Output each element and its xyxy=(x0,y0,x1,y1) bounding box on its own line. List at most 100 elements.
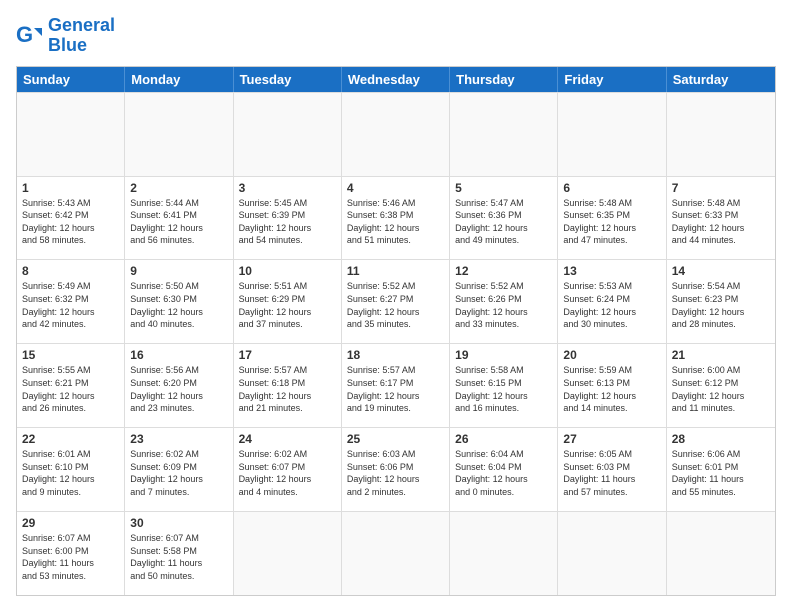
calendar: SundayMondayTuesdayWednesdayThursdayFrid… xyxy=(16,66,776,596)
day-number: 27 xyxy=(563,432,660,446)
day-number: 2 xyxy=(130,181,227,195)
weekday-header: Wednesday xyxy=(342,67,450,92)
day-info: Sunrise: 5:58 AM Sunset: 6:15 PM Dayligh… xyxy=(455,364,552,414)
day-number: 1 xyxy=(22,181,119,195)
day-info: Sunrise: 6:04 AM Sunset: 6:04 PM Dayligh… xyxy=(455,448,552,498)
day-info: Sunrise: 5:46 AM Sunset: 6:38 PM Dayligh… xyxy=(347,197,444,247)
day-info: Sunrise: 5:57 AM Sunset: 6:17 PM Dayligh… xyxy=(347,364,444,414)
day-info: Sunrise: 6:02 AM Sunset: 6:09 PM Dayligh… xyxy=(130,448,227,498)
calendar-row: 29 Sunrise: 6:07 AM Sunset: 6:00 PM Dayli… xyxy=(17,511,775,595)
day-info: Sunrise: 5:44 AM Sunset: 6:41 PM Dayligh… xyxy=(130,197,227,247)
calendar-cell xyxy=(558,93,666,176)
day-info: Sunrise: 6:05 AM Sunset: 6:03 PM Dayligh… xyxy=(563,448,660,498)
day-number: 13 xyxy=(563,264,660,278)
calendar-cell: 8Sunrise: 5:49 AM Sunset: 6:32 PM Daylig… xyxy=(17,260,125,343)
day-info: Sunrise: 6:01 AM Sunset: 6:10 PM Dayligh… xyxy=(22,448,119,498)
calendar-cell: 7 Sunrise: 5:48 AM Sunset: 6:33 PM Daylig… xyxy=(667,177,775,260)
day-number: 29 xyxy=(22,516,119,530)
calendar-cell xyxy=(342,512,450,595)
day-info: Sunrise: 5:57 AM Sunset: 6:18 PM Dayligh… xyxy=(239,364,336,414)
calendar-cell: 28 Sunrise: 6:06 AM Sunset: 6:01 PM Dayli… xyxy=(667,428,775,511)
day-number: 18 xyxy=(347,348,444,362)
day-number: 4 xyxy=(347,181,444,195)
day-number: 28 xyxy=(672,432,770,446)
calendar-cell xyxy=(450,512,558,595)
weekday-header: Tuesday xyxy=(234,67,342,92)
calendar-cell: 16 Sunrise: 5:56 AM Sunset: 6:20 PM Dayli… xyxy=(125,344,233,427)
calendar-cell: 23 Sunrise: 6:02 AM Sunset: 6:09 PM Dayli… xyxy=(125,428,233,511)
calendar-row xyxy=(17,92,775,176)
calendar-cell: 9 Sunrise: 5:50 AM Sunset: 6:30 PM Daylig… xyxy=(125,260,233,343)
day-info: Sunrise: 5:50 AM Sunset: 6:30 PM Dayligh… xyxy=(130,280,227,330)
day-number: 8 xyxy=(22,264,119,278)
logo-icon: G xyxy=(16,22,44,50)
day-info: Sunrise: 5:59 AM Sunset: 6:13 PM Dayligh… xyxy=(563,364,660,414)
day-info: Sunrise: 5:53 AM Sunset: 6:24 PM Dayligh… xyxy=(563,280,660,330)
calendar-cell xyxy=(342,93,450,176)
calendar-row: 8Sunrise: 5:49 AM Sunset: 6:32 PM Daylig… xyxy=(17,259,775,343)
day-number: 25 xyxy=(347,432,444,446)
day-info: Sunrise: 5:56 AM Sunset: 6:20 PM Dayligh… xyxy=(130,364,227,414)
day-number: 23 xyxy=(130,432,227,446)
calendar-row: 15Sunrise: 5:55 AM Sunset: 6:21 PM Dayli… xyxy=(17,343,775,427)
logo: G General Blue xyxy=(16,16,115,56)
calendar-cell: 22 Sunrise: 6:01 AM Sunset: 6:10 PM Dayli… xyxy=(17,428,125,511)
calendar-cell: 20Sunrise: 5:59 AM Sunset: 6:13 PM Dayli… xyxy=(558,344,666,427)
day-number: 6 xyxy=(563,181,660,195)
day-info: Sunrise: 5:55 AM Sunset: 6:21 PM Dayligh… xyxy=(22,364,119,414)
day-number: 17 xyxy=(239,348,336,362)
day-info: Sunrise: 5:54 AM Sunset: 6:23 PM Dayligh… xyxy=(672,280,770,330)
weekday-header: Thursday xyxy=(450,67,558,92)
day-number: 5 xyxy=(455,181,552,195)
day-number: 30 xyxy=(130,516,227,530)
day-number: 26 xyxy=(455,432,552,446)
calendar-cell: 19 Sunrise: 5:58 AM Sunset: 6:15 PM Dayli… xyxy=(450,344,558,427)
day-number: 22 xyxy=(22,432,119,446)
day-info: Sunrise: 5:47 AM Sunset: 6:36 PM Dayligh… xyxy=(455,197,552,247)
day-info: Sunrise: 5:45 AM Sunset: 6:39 PM Dayligh… xyxy=(239,197,336,247)
day-info: Sunrise: 6:07 AM Sunset: 6:00 PM Dayligh… xyxy=(22,532,119,582)
calendar-cell: 3 Sunrise: 5:45 AM Sunset: 6:39 PM Daylig… xyxy=(234,177,342,260)
day-info: Sunrise: 5:52 AM Sunset: 6:26 PM Dayligh… xyxy=(455,280,552,330)
day-info: Sunrise: 5:43 AM Sunset: 6:42 PM Dayligh… xyxy=(22,197,119,247)
day-info: Sunrise: 6:06 AM Sunset: 6:01 PM Dayligh… xyxy=(672,448,770,498)
calendar-cell: 26 Sunrise: 6:04 AM Sunset: 6:04 PM Dayli… xyxy=(450,428,558,511)
day-number: 7 xyxy=(672,181,770,195)
calendar-cell: 1 Sunrise: 5:43 AM Sunset: 6:42 PM Daylig… xyxy=(17,177,125,260)
calendar-cell xyxy=(234,93,342,176)
page: G General Blue SundayMondayTuesdayWednes… xyxy=(0,0,792,612)
calendar-header: SundayMondayTuesdayWednesdayThursdayFrid… xyxy=(17,67,775,92)
day-number: 24 xyxy=(239,432,336,446)
calendar-cell: 2 Sunrise: 5:44 AM Sunset: 6:41 PM Daylig… xyxy=(125,177,233,260)
header: G General Blue xyxy=(16,16,776,56)
day-info: Sunrise: 5:48 AM Sunset: 6:33 PM Dayligh… xyxy=(672,197,770,247)
day-info: Sunrise: 5:48 AM Sunset: 6:35 PM Dayligh… xyxy=(563,197,660,247)
calendar-cell xyxy=(17,93,125,176)
calendar-cell xyxy=(667,93,775,176)
day-info: Sunrise: 6:03 AM Sunset: 6:06 PM Dayligh… xyxy=(347,448,444,498)
calendar-cell: 13 Sunrise: 5:53 AM Sunset: 6:24 PM Dayli… xyxy=(558,260,666,343)
weekday-header: Sunday xyxy=(17,67,125,92)
day-number: 9 xyxy=(130,264,227,278)
day-number: 14 xyxy=(672,264,770,278)
day-info: Sunrise: 6:07 AM Sunset: 5:58 PM Dayligh… xyxy=(130,532,227,582)
svg-text:G: G xyxy=(16,22,33,47)
calendar-row: 22 Sunrise: 6:01 AM Sunset: 6:10 PM Dayli… xyxy=(17,427,775,511)
day-number: 16 xyxy=(130,348,227,362)
calendar-cell: 11Sunrise: 5:52 AM Sunset: 6:27 PM Dayli… xyxy=(342,260,450,343)
calendar-cell: 6 Sunrise: 5:48 AM Sunset: 6:35 PM Daylig… xyxy=(558,177,666,260)
calendar-cell: 15Sunrise: 5:55 AM Sunset: 6:21 PM Dayli… xyxy=(17,344,125,427)
calendar-cell: 24Sunrise: 6:02 AM Sunset: 6:07 PM Dayli… xyxy=(234,428,342,511)
day-number: 12 xyxy=(455,264,552,278)
day-number: 19 xyxy=(455,348,552,362)
calendar-cell xyxy=(450,93,558,176)
calendar-cell: 18 Sunrise: 5:57 AM Sunset: 6:17 PM Dayli… xyxy=(342,344,450,427)
weekday-header: Monday xyxy=(125,67,233,92)
calendar-cell xyxy=(125,93,233,176)
weekday-header: Saturday xyxy=(667,67,775,92)
calendar-cell: 27 Sunrise: 6:05 AM Sunset: 6:03 PM Dayli… xyxy=(558,428,666,511)
day-number: 3 xyxy=(239,181,336,195)
calendar-cell: 10Sunrise: 5:51 AM Sunset: 6:29 PM Dayli… xyxy=(234,260,342,343)
day-info: Sunrise: 5:51 AM Sunset: 6:29 PM Dayligh… xyxy=(239,280,336,330)
calendar-cell: 5 Sunrise: 5:47 AM Sunset: 6:36 PM Daylig… xyxy=(450,177,558,260)
